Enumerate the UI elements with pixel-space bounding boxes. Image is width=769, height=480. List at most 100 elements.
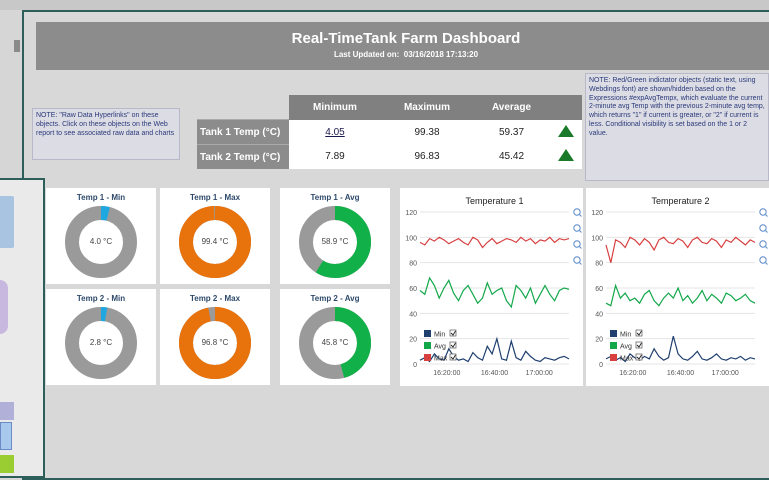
magnifier-icon — [573, 240, 581, 248]
x-tick-label: 16:40:00 — [481, 370, 508, 377]
zoom-in-icon — [759, 208, 767, 216]
row-label: Tank 1 Temp (°C) — [197, 119, 289, 145]
thumbnail-block[interactable] — [0, 422, 12, 450]
gauge-value: 4.0 °C — [89, 237, 113, 246]
gauge-panel[interactable]: Temp 2 - Avg 45.8 °C — [280, 289, 390, 385]
x-tick-label: 16:20:00 — [619, 370, 646, 377]
thumbnail-circle[interactable] — [0, 280, 8, 334]
trend-up-icon — [558, 124, 574, 137]
export-icon-handle — [765, 262, 768, 265]
gauge-panel[interactable]: Temp 1 - Avg 58.9 °C — [280, 188, 390, 284]
line-chart-svg: Temperature 1 0 20 40 60 80 100 120 16:20:00 16:4… — [405, 196, 582, 377]
legend-label: Min — [434, 332, 445, 339]
y-tick-label: 0 — [413, 362, 417, 369]
chart-temperature-1[interactable]: Temperature 1 0 20 40 60 80 100 120 16:20:00 16:4… — [400, 188, 583, 386]
x-tick-label: 16:40:00 — [667, 370, 694, 377]
y-tick-label: 100 — [405, 235, 417, 242]
gauge-title: Temp 1 - Avg — [310, 193, 360, 202]
gauge-title: Temp 2 - Avg — [310, 294, 360, 303]
x-tick-label: 17:00:00 — [712, 370, 739, 377]
last-updated-label: Last Updated on: — [333, 50, 400, 59]
avg-value: 59.37 — [473, 119, 550, 145]
y-tick-label: 20 — [409, 337, 417, 344]
stats-table: Minimum Maximum Average Tank 1 Temp (°C)… — [197, 95, 582, 169]
gauge-panel[interactable]: Temp 1 - Max 99.4 °C — [160, 188, 270, 284]
chart-title: Temperature 1 — [465, 196, 523, 206]
legend-swatch — [610, 342, 617, 349]
stats-corner — [197, 95, 289, 120]
thumbnail-block[interactable] — [0, 196, 14, 248]
y-tick-label: 20 — [595, 337, 603, 344]
y-tick-label: 100 — [591, 235, 603, 242]
y-tick-label: 60 — [595, 286, 603, 293]
page-title: Real-TimeTank Farm Dashboard — [291, 30, 521, 47]
gauge-panel[interactable]: Temp 2 - Max 96.8 °C — [160, 289, 270, 385]
y-tick-label: 80 — [409, 261, 417, 268]
legend-label: Min — [620, 332, 631, 339]
legend-swatch — [424, 354, 431, 361]
dashboard-header: Real-TimeTank Farm Dashboard Last Update… — [36, 22, 769, 70]
x-tick-label: 17:00:00 — [526, 370, 553, 377]
gauge-title: Temp 1 - Max — [189, 193, 241, 202]
gauge-value: 58.9 °C — [321, 237, 349, 246]
avg-value: 45.42 — [473, 144, 550, 169]
y-tick-label: 60 — [409, 286, 417, 293]
note-hyperlinks: NOTE: "Raw Data Hyperlinks" on these obj… — [32, 108, 180, 160]
gauge-value: 96.8 °C — [201, 338, 229, 347]
gauge-title: Temp 1 - Min — [76, 193, 126, 202]
trend-cell — [550, 144, 582, 169]
table-row: Tank 2 Temp (°C) 7.89 96.83 45.42 — [197, 144, 582, 169]
y-tick-label: 0 — [599, 362, 603, 369]
zoom-in-icon — [573, 208, 581, 216]
export-icon-handle — [579, 262, 582, 265]
export-icon — [573, 256, 581, 264]
gauge-title: Temp 2 - Min — [76, 294, 126, 303]
y-tick-label: 40 — [409, 311, 417, 318]
x-tick-label: 16:20:00 — [433, 370, 460, 377]
table-row: Tank 1 Temp (°C) 4.05 99.38 59.37 — [197, 119, 582, 145]
last-updated-value: 03/16/2018 17:13:20 — [403, 50, 479, 59]
gauge-value: 99.4 °C — [201, 237, 229, 246]
min-value[interactable]: 4.05 — [325, 127, 344, 138]
legend-label: Max — [620, 356, 634, 363]
thumbnail-block[interactable] — [0, 455, 14, 473]
zoom-in-icon-handle — [765, 214, 768, 217]
gauge-panel[interactable]: Temp 1 - Min 4.0 °C — [46, 188, 156, 284]
legend-swatch — [610, 330, 617, 337]
zoom-out-icon — [573, 224, 581, 232]
line-chart-svg: Temperature 2 0 20 40 60 80 100 120 16:20:00 16:4… — [591, 196, 768, 377]
gauge-value: 2.8 °C — [89, 338, 113, 347]
row-label: Tank 2 Temp (°C) — [197, 144, 289, 169]
magnifier-icon-handle — [765, 246, 768, 249]
series-line-max — [419, 236, 570, 249]
gauge-panel[interactable]: Temp 2 - Min 2.8 °C — [46, 289, 156, 385]
legend-label: Max — [434, 356, 448, 363]
min-value-link[interactable]: 4.05 — [289, 119, 381, 145]
min-value: 7.89 — [289, 144, 381, 169]
side-thumbnail-panel — [0, 178, 45, 478]
header-trend — [550, 95, 582, 120]
zoom-out-icon-handle — [765, 230, 768, 233]
legend-label: Avg — [620, 344, 632, 351]
chart-temperature-2[interactable]: Temperature 2 0 20 40 60 80 100 120 16:20:00 16:4… — [586, 188, 769, 386]
header-average: Average — [473, 95, 550, 120]
zoom-in-icon-handle — [579, 214, 582, 217]
zoom-out-icon-handle — [579, 230, 582, 233]
scrollbar-grip[interactable] — [14, 40, 20, 52]
y-tick-label: 120 — [405, 210, 417, 217]
thumbnail-block[interactable] — [0, 402, 14, 420]
stats-header-row: Minimum Maximum Average — [197, 95, 582, 120]
max-value: 96.83 — [381, 144, 473, 169]
magnifier-icon-handle — [579, 246, 582, 249]
header-minimum: Minimum — [289, 95, 381, 120]
chart-title: Temperature 2 — [651, 196, 709, 206]
legend-swatch — [424, 330, 431, 337]
y-tick-label: 40 — [595, 311, 603, 318]
series-line-avg — [419, 276, 570, 309]
note-indicators: NOTE: Red/Green indictator objects (stat… — [585, 73, 769, 181]
export-icon — [759, 256, 767, 264]
series-line-avg — [605, 283, 756, 307]
magnifier-icon — [759, 240, 767, 248]
last-updated: Last Updated on: 03/16/2018 17:13:20 — [36, 50, 769, 59]
y-tick-label: 80 — [595, 261, 603, 268]
